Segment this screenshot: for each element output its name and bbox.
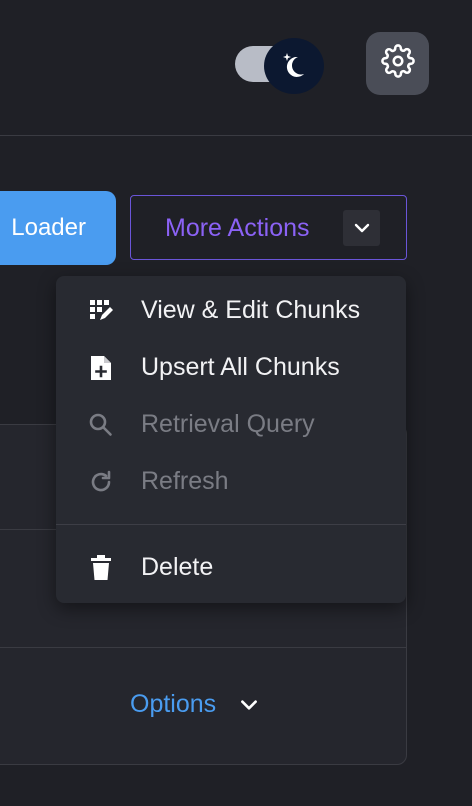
search-icon (86, 410, 116, 440)
more-actions-button[interactable]: More Actions (130, 195, 407, 260)
refresh-icon (86, 467, 116, 497)
chevron-down-icon[interactable] (343, 210, 380, 246)
menu-item-label: Retrieval Query (141, 410, 315, 438)
theme-toggle[interactable] (235, 38, 324, 94)
options-label[interactable]: Options (130, 690, 216, 719)
menu-item-label: Refresh (141, 467, 229, 495)
chevron-down-icon[interactable] (238, 694, 260, 716)
menu-item-upsert-all-chunks[interactable]: Upsert All Chunks (56, 339, 406, 396)
file-plus-icon (86, 353, 116, 383)
more-actions-label: More Actions (165, 214, 310, 242)
menu-item-retrieval-query[interactable]: Retrieval Query (56, 396, 406, 453)
gear-icon (380, 44, 415, 83)
edit-grid-icon (86, 296, 116, 326)
more-actions-menu: View & Edit Chunks Upsert All Chunks Ret… (56, 276, 406, 603)
loader-button-label: Loader (11, 214, 86, 241)
loader-button[interactable]: Loader (0, 191, 116, 265)
menu-item-delete[interactable]: Delete (56, 539, 406, 596)
options-toggle[interactable]: Options (130, 690, 260, 719)
menu-item-label: View & Edit Chunks (141, 296, 361, 324)
trash-icon (86, 553, 116, 583)
app-page: Loader More Actions Options View & Edit … (0, 0, 472, 806)
menu-item-refresh[interactable]: Refresh (56, 453, 406, 510)
divider (0, 647, 407, 648)
menu-item-view-edit-chunks[interactable]: View & Edit Chunks (56, 282, 406, 339)
menu-item-label: Delete (141, 553, 214, 581)
menu-item-label: Upsert All Chunks (141, 353, 340, 381)
menu-divider (56, 524, 406, 525)
top-header (0, 0, 472, 136)
settings-button[interactable] (366, 32, 429, 95)
moon-icon[interactable] (264, 38, 324, 94)
